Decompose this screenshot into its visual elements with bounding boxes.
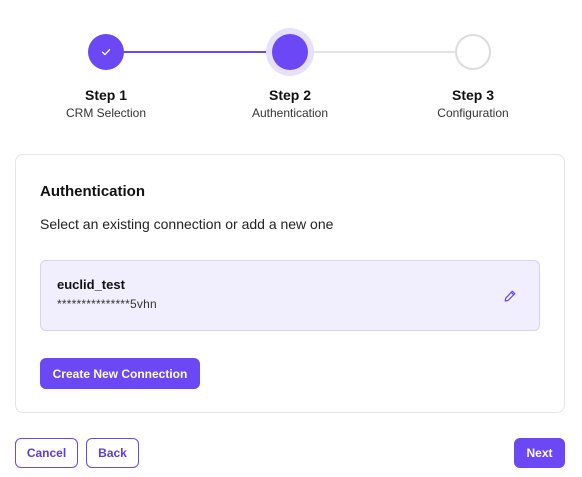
step-2-label: Step 2 Authentication bbox=[220, 86, 360, 121]
check-icon bbox=[101, 48, 111, 56]
card-title: Authentication bbox=[40, 183, 145, 200]
step-1-title: Step 1 bbox=[84, 87, 127, 103]
step-2-indicator[interactable] bbox=[272, 34, 308, 70]
stepper: Step 1 CRM Selection Step 2 Authenticati… bbox=[0, 0, 582, 140]
step-3-title: Step 3 bbox=[451, 87, 494, 103]
edit-connection-button[interactable] bbox=[501, 287, 519, 305]
stepper-connector-completed bbox=[106, 51, 290, 53]
step-3-subtitle: Configuration bbox=[437, 106, 509, 120]
stepper-connector-pending bbox=[290, 51, 473, 53]
step-2-title: Step 2 bbox=[268, 87, 311, 103]
page: Step 1 CRM Selection Step 2 Authenticati… bbox=[0, 0, 582, 477]
step-1-subtitle: CRM Selection bbox=[65, 106, 147, 120]
step-3-indicator[interactable] bbox=[455, 34, 491, 70]
step-2-subtitle: Authentication bbox=[251, 106, 329, 120]
connection-name: euclid_test bbox=[57, 277, 125, 292]
step-1-indicator[interactable] bbox=[88, 34, 124, 70]
step-1-label: Step 1 CRM Selection bbox=[36, 86, 176, 121]
card-description: Select an existing connection or add a n… bbox=[40, 216, 334, 232]
next-button[interactable]: Next bbox=[514, 438, 565, 468]
connection-item[interactable]: euclid_test ***************5vhn bbox=[40, 260, 540, 331]
step-3-label: Step 3 Configuration bbox=[403, 86, 543, 121]
authentication-card: Authentication Select an existing connec… bbox=[15, 154, 565, 413]
connection-masked-key: ***************5vhn bbox=[57, 297, 157, 311]
pencil-icon bbox=[504, 290, 516, 302]
create-new-connection-button[interactable]: Create New Connection bbox=[40, 358, 200, 389]
back-button[interactable]: Back bbox=[86, 438, 139, 468]
cancel-button[interactable]: Cancel bbox=[15, 438, 78, 468]
